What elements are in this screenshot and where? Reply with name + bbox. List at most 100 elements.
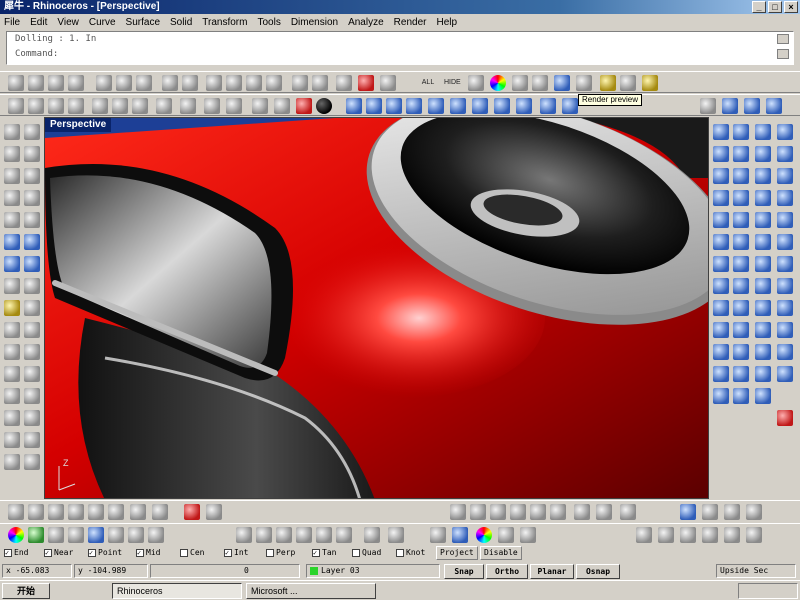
bt-paint-icon[interactable] <box>206 504 222 520</box>
material-icon[interactable] <box>620 75 636 91</box>
four-viewports-icon[interactable] <box>336 75 352 91</box>
menu-help[interactable]: Help <box>436 17 457 28</box>
menu-curve[interactable]: Curve <box>89 17 116 28</box>
polyline-icon[interactable] <box>48 98 64 114</box>
rs-mesh-cylinder-icon[interactable] <box>777 300 793 316</box>
command-prompt[interactable]: Command: <box>15 49 58 59</box>
side-move-icon[interactable] <box>4 366 20 382</box>
blend-surface-icon[interactable] <box>516 98 532 114</box>
menu-file[interactable]: File <box>4 17 20 28</box>
osnap-int[interactable]: ✓ Int <box>224 547 248 559</box>
rs-edge-icon[interactable] <box>755 124 771 140</box>
side-solid-icon[interactable] <box>24 234 40 250</box>
rs-mesh-sphere-icon[interactable] <box>733 300 749 316</box>
rs-rail-revolve-icon[interactable] <box>713 146 729 162</box>
zoom-selected-icon[interactable] <box>292 75 308 91</box>
rs-cage-icon[interactable] <box>755 388 771 404</box>
bt-render-icon[interactable] <box>88 527 104 543</box>
rs-offset-icon[interactable] <box>755 168 771 184</box>
osnap-cen[interactable]: Cen <box>180 547 204 559</box>
bt-wheel-icon[interactable] <box>476 527 492 543</box>
revolve-icon[interactable] <box>406 98 422 114</box>
arc-icon[interactable] <box>112 98 128 114</box>
bt-texture-icon[interactable] <box>68 527 84 543</box>
scroll-up-icon[interactable] <box>777 34 789 44</box>
rs-curvature-icon[interactable] <box>733 322 749 338</box>
info-icon[interactable] <box>316 98 332 114</box>
maximize-button[interactable]: □ <box>768 1 782 13</box>
circle-icon[interactable] <box>92 98 108 114</box>
close-button[interactable]: × <box>784 1 798 13</box>
menu-tools[interactable]: Tools <box>257 17 280 28</box>
bt-fillet-icon[interactable] <box>510 504 526 520</box>
bt-light-icon[interactable] <box>108 527 124 543</box>
side-point-icon[interactable] <box>4 124 20 140</box>
point-icon[interactable] <box>8 98 24 114</box>
rs-pipe-icon[interactable] <box>733 234 749 250</box>
rs-union-icon[interactable] <box>713 256 729 272</box>
rs-untrim-icon[interactable] <box>755 190 771 206</box>
select-icon[interactable] <box>380 75 396 91</box>
bt-view-icon[interactable] <box>452 527 468 543</box>
rs-split-edge-icon[interactable] <box>755 344 771 360</box>
side-rectangle-icon[interactable] <box>24 212 40 228</box>
side-fillet-icon[interactable] <box>4 322 20 338</box>
menu-edit[interactable]: Edit <box>30 17 47 28</box>
side-box-icon[interactable] <box>4 256 20 272</box>
menu-dimension[interactable]: Dimension <box>291 17 338 28</box>
bt-leader-icon[interactable] <box>108 504 124 520</box>
zoom-extents-icon[interactable] <box>266 75 282 91</box>
side-sphere-icon[interactable] <box>24 256 40 272</box>
side-curve-icon[interactable] <box>4 168 20 184</box>
bt-camera-icon[interactable] <box>128 527 144 543</box>
osnap-project-button[interactable]: Project <box>436 546 478 560</box>
bt-torus-icon[interactable] <box>658 527 674 543</box>
side-ungroup-icon[interactable] <box>24 454 40 470</box>
bulb-icon[interactable] <box>600 75 616 91</box>
loft-icon[interactable] <box>386 98 402 114</box>
color-wheel-icon[interactable] <box>490 75 506 91</box>
start-button[interactable]: 开始 <box>2 583 50 599</box>
layer-indicator[interactable]: Layer 03 <box>306 564 440 578</box>
rs-fillet-icon[interactable] <box>777 168 793 184</box>
layers-icon[interactable] <box>468 75 484 91</box>
rs-intersection-icon[interactable] <box>755 256 771 272</box>
rs-cap-icon[interactable] <box>777 234 793 250</box>
car-icon[interactable] <box>358 75 374 91</box>
osnap-disable-button[interactable]: Disable <box>480 546 522 560</box>
rs-plane-icon[interactable] <box>713 124 729 140</box>
rs-chamfer-icon[interactable] <box>713 190 729 206</box>
menu-analyze[interactable]: Analyze <box>348 17 384 28</box>
side-dimension-icon[interactable] <box>4 300 20 316</box>
menu-render[interactable]: Render <box>394 17 427 28</box>
fillet-curve-icon[interactable] <box>204 98 220 114</box>
print-icon[interactable] <box>68 75 84 91</box>
rs-cone-icon[interactable] <box>777 212 793 228</box>
bt-offset-icon[interactable] <box>470 504 486 520</box>
bt-material-icon[interactable] <box>48 527 64 543</box>
bt-layer-color-icon[interactable] <box>28 527 44 543</box>
rs-corner-icon[interactable] <box>733 124 749 140</box>
rs-blend-icon[interactable] <box>733 168 749 184</box>
bt-split-icon[interactable] <box>574 504 590 520</box>
properties-icon[interactable] <box>512 75 528 91</box>
light-icon[interactable] <box>576 75 592 91</box>
bt-hatch-icon[interactable] <box>68 504 84 520</box>
ellipse-icon[interactable] <box>132 98 148 114</box>
side-split-icon[interactable] <box>24 344 40 360</box>
side-copy-icon[interactable] <box>24 366 40 382</box>
menu-surface[interactable]: Surface <box>126 17 160 28</box>
bt-curve-icon[interactable] <box>8 504 24 520</box>
polygon-icon[interactable] <box>180 98 196 114</box>
bt-lock-icon[interactable] <box>388 527 404 543</box>
cut-icon[interactable] <box>96 75 112 91</box>
snap-toggle[interactable]: Snap <box>444 564 484 579</box>
bt-grid-icon[interactable] <box>130 504 146 520</box>
offset-surface-icon[interactable] <box>562 98 578 114</box>
network-surface-icon[interactable] <box>472 98 488 114</box>
side-group-icon[interactable] <box>4 454 20 470</box>
bt-project-icon[interactable] <box>620 504 636 520</box>
side-interp-curve-icon[interactable] <box>24 168 40 184</box>
bt-ellipse-icon[interactable] <box>296 527 312 543</box>
side-array-icon[interactable] <box>24 410 40 426</box>
